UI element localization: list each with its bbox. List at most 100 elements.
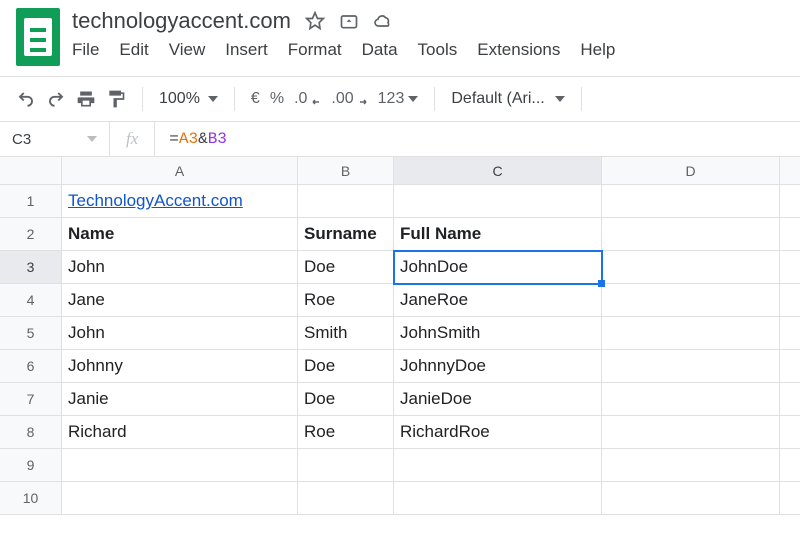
- toolbar: 100% € % .0 .00 123 Default (Ari...: [0, 77, 800, 121]
- format-currency-button[interactable]: €: [251, 90, 260, 108]
- cell-D5[interactable]: [602, 317, 780, 350]
- cell-D2[interactable]: [602, 218, 780, 251]
- cell-C4[interactable]: JaneRoe: [394, 284, 602, 317]
- menu-insert[interactable]: Insert: [225, 40, 268, 60]
- col-header-B[interactable]: B: [298, 157, 394, 185]
- cell-E1[interactable]: [780, 185, 800, 218]
- formula-input[interactable]: =A3&B3: [155, 130, 241, 148]
- name-box-value: C3: [12, 131, 31, 148]
- cell-D1[interactable]: [602, 185, 780, 218]
- print-button[interactable]: [76, 89, 96, 109]
- main-menu: File Edit View Insert Format Data Tools Extensi…: [72, 40, 615, 60]
- menu-data[interactable]: Data: [362, 40, 398, 60]
- move-icon[interactable]: [339, 11, 359, 31]
- cell-A9[interactable]: [62, 449, 298, 482]
- cell-A8[interactable]: Richard: [62, 416, 298, 449]
- menu-file[interactable]: File: [72, 40, 99, 60]
- redo-button[interactable]: [46, 90, 66, 108]
- zoom-value: 100%: [159, 90, 200, 108]
- cell-A6[interactable]: Johnny: [62, 350, 298, 383]
- cell-A3[interactable]: John: [62, 251, 298, 284]
- cell-B9[interactable]: [298, 449, 394, 482]
- col-header-C[interactable]: C: [394, 157, 602, 185]
- cell-C5[interactable]: JohnSmith: [394, 317, 602, 350]
- cell-B2[interactable]: Surname: [298, 218, 394, 251]
- cell-A10[interactable]: [62, 482, 298, 515]
- cell-C9[interactable]: [394, 449, 602, 482]
- cell-A5[interactable]: John: [62, 317, 298, 350]
- cell-C6[interactable]: JohnnyDoe: [394, 350, 602, 383]
- font-name: Default (Ari...: [451, 90, 544, 108]
- cell-E4[interactable]: [780, 284, 800, 317]
- cell-B10[interactable]: [298, 482, 394, 515]
- cell-A2[interactable]: Name: [62, 218, 298, 251]
- cell-D3[interactable]: [602, 251, 780, 284]
- cell-E8[interactable]: [780, 416, 800, 449]
- more-formats-button[interactable]: 123: [378, 90, 419, 108]
- cell-C7[interactable]: JanieDoe: [394, 383, 602, 416]
- cell-E3[interactable]: [780, 251, 800, 284]
- cell-E2[interactable]: [780, 218, 800, 251]
- format-percent-button[interactable]: %: [270, 90, 284, 108]
- row-header-2[interactable]: 2: [0, 218, 62, 251]
- row-header-7[interactable]: 7: [0, 383, 62, 416]
- cell-C1[interactable]: [394, 185, 602, 218]
- cell-B5[interactable]: Smith: [298, 317, 394, 350]
- menu-extensions[interactable]: Extensions: [477, 40, 560, 60]
- cell-B6[interactable]: Doe: [298, 350, 394, 383]
- spreadsheet-grid: 12345678910 ABCD TechnologyAccent.comNam…: [0, 157, 800, 515]
- cell-E10[interactable]: [780, 482, 800, 515]
- cell-E6[interactable]: [780, 350, 800, 383]
- name-box[interactable]: C3: [0, 122, 110, 156]
- chevron-down-icon: [555, 96, 565, 102]
- cell-E7[interactable]: [780, 383, 800, 416]
- undo-button[interactable]: [16, 90, 36, 108]
- cell-A1[interactable]: TechnologyAccent.com: [62, 185, 298, 218]
- row-header-6[interactable]: 6: [0, 350, 62, 383]
- col-header-A[interactable]: A: [62, 157, 298, 185]
- cell-D6[interactable]: [602, 350, 780, 383]
- sheets-logo[interactable]: [16, 8, 60, 66]
- cloud-status-icon[interactable]: [373, 11, 393, 31]
- menu-format[interactable]: Format: [288, 40, 342, 60]
- decrease-decimal-button[interactable]: .0: [294, 90, 321, 108]
- cell-C3[interactable]: JohnDoe: [394, 251, 602, 284]
- cell-D8[interactable]: [602, 416, 780, 449]
- cell-C8[interactable]: RichardRoe: [394, 416, 602, 449]
- cell-C10[interactable]: [394, 482, 602, 515]
- row-header-4[interactable]: 4: [0, 284, 62, 317]
- font-select[interactable]: Default (Ari...: [451, 90, 564, 108]
- cell-B3[interactable]: Doe: [298, 251, 394, 284]
- menu-view[interactable]: View: [169, 40, 206, 60]
- cell-A4[interactable]: Jane: [62, 284, 298, 317]
- col-header-extra[interactable]: [780, 157, 800, 185]
- cell-A7[interactable]: Janie: [62, 383, 298, 416]
- menu-edit[interactable]: Edit: [119, 40, 148, 60]
- star-icon[interactable]: [305, 11, 325, 31]
- row-header-1[interactable]: 1: [0, 185, 62, 218]
- cell-B8[interactable]: Roe: [298, 416, 394, 449]
- document-title[interactable]: technologyaccent.com: [72, 8, 291, 34]
- row-header-9[interactable]: 9: [0, 449, 62, 482]
- paint-format-button[interactable]: [106, 89, 126, 109]
- menu-tools[interactable]: Tools: [418, 40, 458, 60]
- cell-E9[interactable]: [780, 449, 800, 482]
- zoom-select[interactable]: 100%: [159, 90, 218, 108]
- row-header-5[interactable]: 5: [0, 317, 62, 350]
- menu-help[interactable]: Help: [580, 40, 615, 60]
- row-header-10[interactable]: 10: [0, 482, 62, 515]
- row-header-8[interactable]: 8: [0, 416, 62, 449]
- cell-B7[interactable]: Doe: [298, 383, 394, 416]
- cell-C2[interactable]: Full Name: [394, 218, 602, 251]
- cell-D10[interactable]: [602, 482, 780, 515]
- cell-D9[interactable]: [602, 449, 780, 482]
- cell-E5[interactable]: [780, 317, 800, 350]
- increase-decimal-button[interactable]: .00: [331, 90, 367, 108]
- row-header-3[interactable]: 3: [0, 251, 62, 284]
- cell-D4[interactable]: [602, 284, 780, 317]
- cell-D7[interactable]: [602, 383, 780, 416]
- cell-B4[interactable]: Roe: [298, 284, 394, 317]
- col-header-D[interactable]: D: [602, 157, 780, 185]
- cell-B1[interactable]: [298, 185, 394, 218]
- select-all-corner[interactable]: [0, 157, 62, 185]
